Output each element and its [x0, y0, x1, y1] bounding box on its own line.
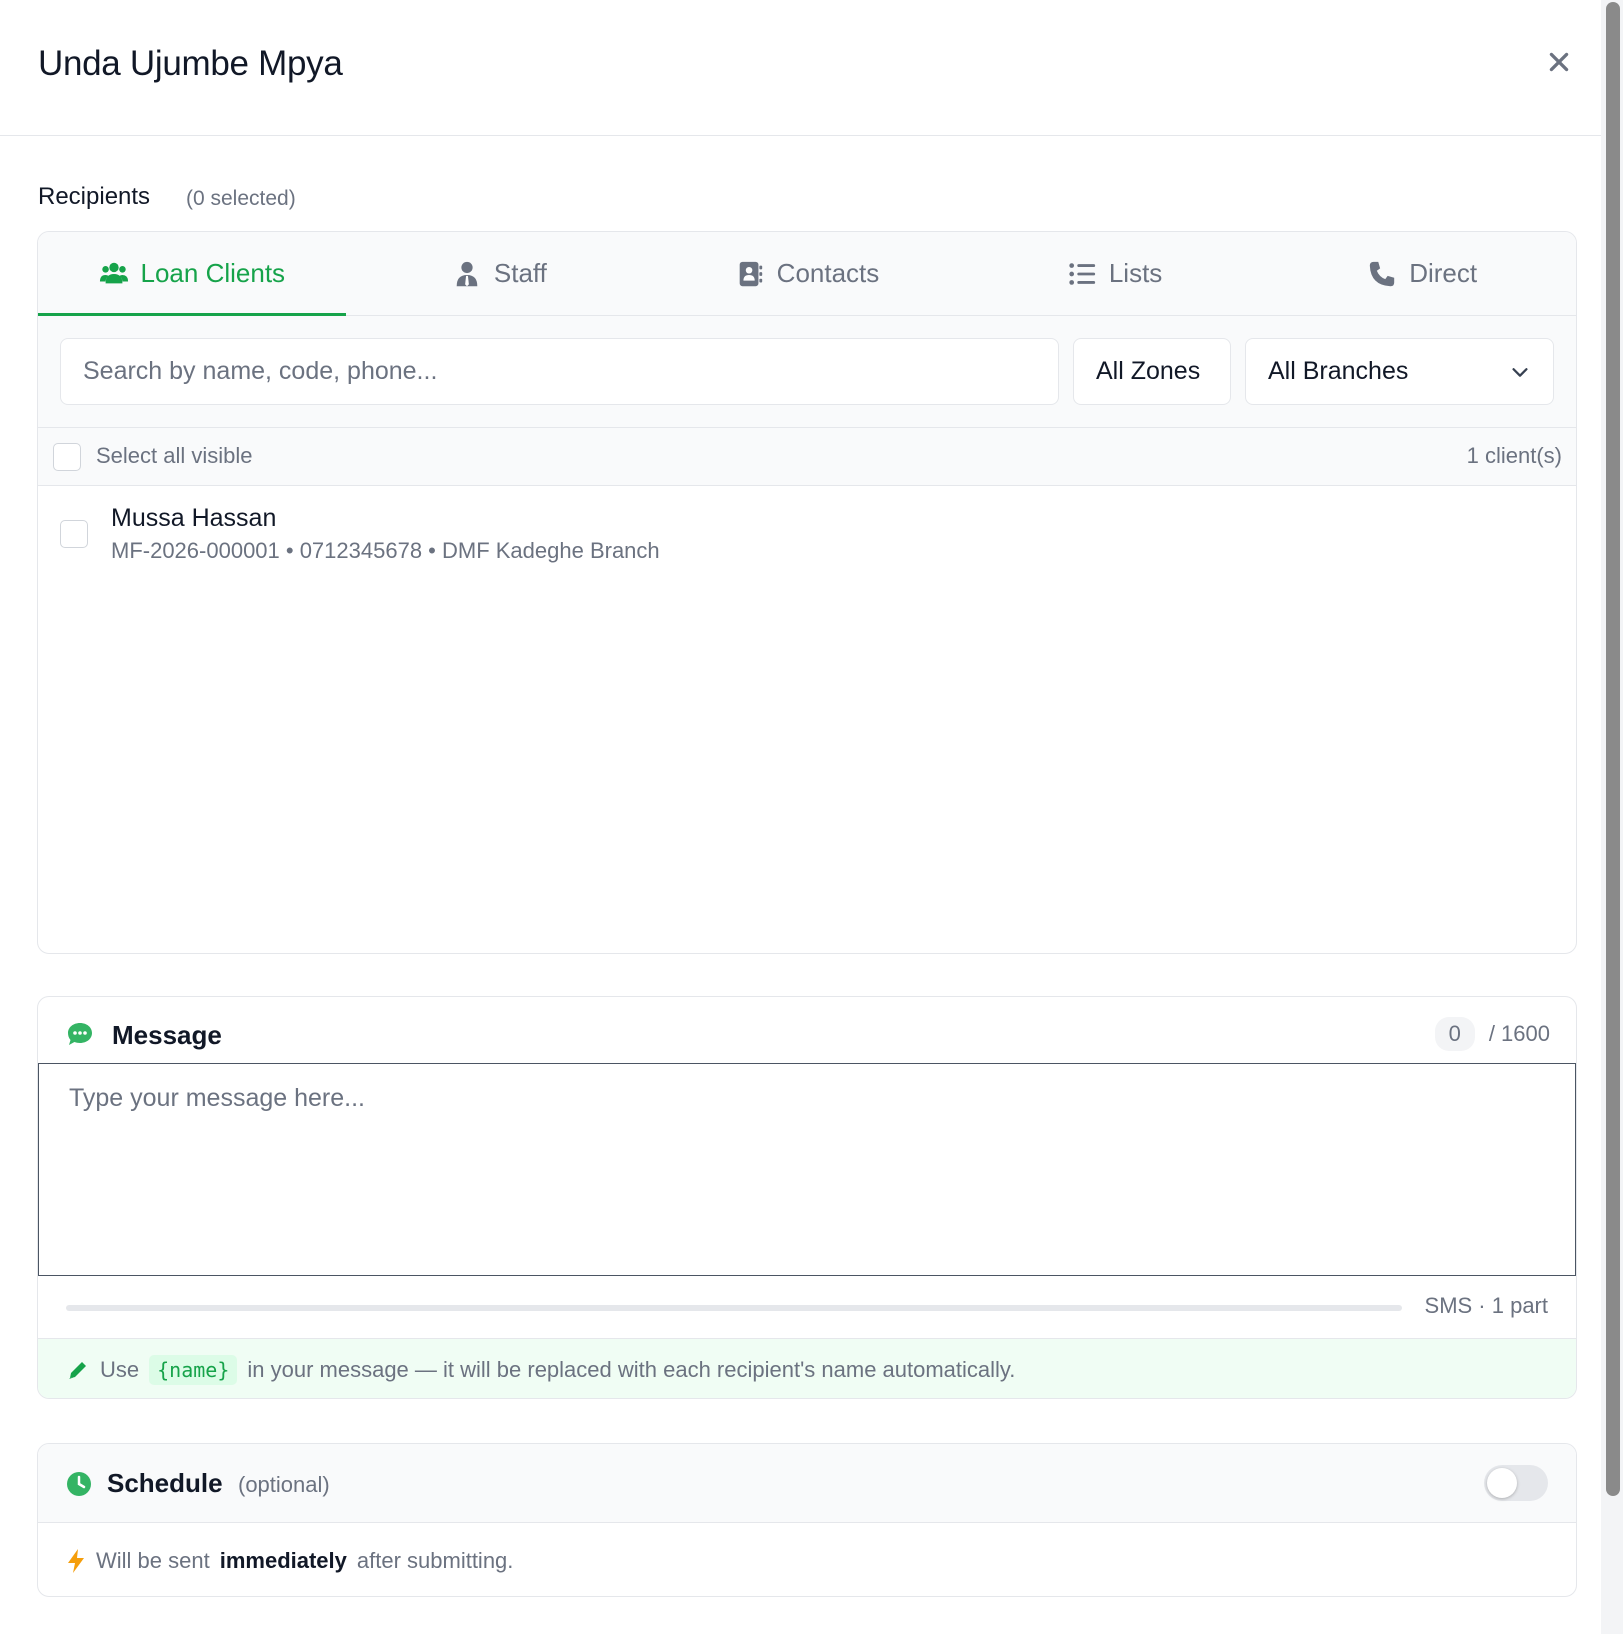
chevron-down-icon [1512, 367, 1528, 377]
message-card: Message 0 / 1600 SMS · 1 part Use {name}… [37, 996, 1577, 1399]
message-header: Message 0 / 1600 [38, 997, 1576, 1063]
client-name: Mussa Hassan [111, 504, 277, 532]
zone-select[interactable]: All Zones [1073, 338, 1231, 405]
recipients-card: Loan Clients Staff Contacts Lists Direct… [37, 231, 1577, 954]
personalization-tip: Use {name} in your message — it will be … [38, 1338, 1576, 1398]
client-meta: MF-2026-000001 • 0712345678 • DMF Kadegh… [111, 538, 660, 563]
recipients-selected-count: (0 selected) [186, 187, 296, 210]
schedule-header: Schedule (optional) [38, 1444, 1576, 1523]
list-item[interactable]: Mussa Hassan MF-2026-000001 • 0712345678… [38, 486, 1576, 580]
list-icon [1069, 262, 1095, 285]
tab-label: Direct [1409, 258, 1478, 288]
select-all-row: Select all visible 1 client(s) [38, 428, 1576, 486]
char-limit: / 1600 [1488, 1021, 1550, 1046]
schedule-note-suffix: after submitting. [356, 1548, 514, 1573]
filters-bar: All Zones All Branches [38, 316, 1576, 428]
close-button[interactable] [1541, 44, 1577, 80]
modal-header: Unda Ujumbe Mpya [0, 0, 1601, 136]
message-title: Message [112, 1020, 222, 1050]
tip-suffix: in your message — it will be replaced wi… [247, 1356, 1016, 1382]
new-message-modal: Unda Ujumbe Mpya Recipients (0 selected)… [0, 0, 1601, 1634]
recipient-tabs: Loan Clients Staff Contacts Lists Direct [38, 232, 1576, 316]
char-count: 0 [1434, 1017, 1475, 1051]
tab-label: Loan Clients [140, 258, 286, 288]
scrollbar-thumb[interactable] [1606, 2, 1620, 1496]
select-all-label[interactable]: Select all visible [96, 443, 253, 469]
sms-parts-info: SMS · 1 part [1424, 1293, 1548, 1318]
schedule-note-bold: immediately [219, 1548, 347, 1573]
select-all-checkbox[interactable] [53, 443, 81, 471]
phone-icon [1370, 261, 1395, 286]
schedule-toggle[interactable] [1484, 1465, 1548, 1501]
tab-label: Contacts [776, 258, 880, 288]
tab-contacts[interactable]: Contacts [653, 232, 961, 315]
sms-length-meter [66, 1305, 1402, 1311]
branch-select[interactable]: All Branches [1245, 338, 1554, 405]
schedule-card: Schedule (optional) Will be sent immedia… [37, 1443, 1577, 1597]
users-icon [99, 262, 128, 283]
tab-label: Lists [1108, 258, 1163, 288]
user-tie-icon [456, 261, 478, 286]
schedule-note: Will be sent immediately after submittin… [66, 1548, 513, 1574]
name-token: {name} [149, 1354, 238, 1385]
branch-select-value: All Branches [1268, 357, 1409, 385]
tip-prefix: Use [100, 1356, 140, 1382]
schedule-note-prefix: Will be sent [96, 1548, 210, 1573]
bolt-icon [68, 1549, 84, 1573]
zone-select-value: All Zones [1096, 357, 1201, 385]
clock-icon [67, 1472, 91, 1496]
tab-staff[interactable]: Staff [346, 232, 654, 315]
char-counter: 0 / 1600 [1434, 1017, 1550, 1051]
schedule-optional: (optional) [238, 1472, 330, 1497]
toggle-knob [1487, 1468, 1517, 1498]
sms-meter-row: SMS · 1 part [38, 1276, 1576, 1338]
client-checkbox[interactable] [60, 520, 88, 548]
tab-label: Staff [493, 258, 547, 288]
schedule-title: Schedule [107, 1468, 223, 1498]
comment-dots-icon [68, 1023, 92, 1045]
address-book-icon [739, 261, 762, 286]
pencil-icon [69, 1361, 86, 1379]
tab-direct[interactable]: Direct [1268, 232, 1576, 315]
tab-loan-clients[interactable]: Loan Clients [38, 232, 346, 316]
tab-lists[interactable]: Lists [961, 232, 1269, 315]
client-count: 1 client(s) [1466, 443, 1562, 468]
message-textarea[interactable] [38, 1063, 1576, 1276]
scrollbar[interactable] [1601, 0, 1623, 1634]
modal-title: Unda Ujumbe Mpya [38, 44, 343, 83]
search-input[interactable] [60, 338, 1059, 405]
recipients-label: Recipients [38, 183, 151, 210]
close-icon [1549, 52, 1569, 72]
